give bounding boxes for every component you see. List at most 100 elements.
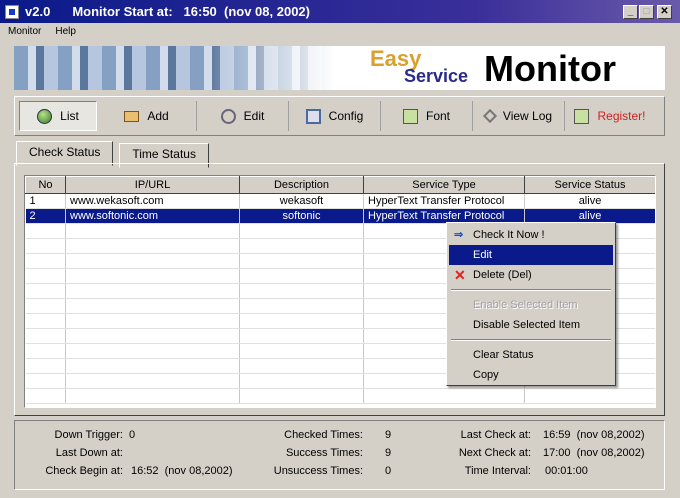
app-version: v2.0	[25, 4, 51, 19]
font-button[interactable]: Font	[381, 101, 473, 131]
checked-times-label: Checked Times:	[284, 429, 363, 441]
menu-item-enable: Enable Selected Item	[473, 299, 578, 311]
last-check-value: 16:59 (nov 08,2002)	[543, 429, 645, 441]
delete-x-icon: ✕	[454, 267, 466, 283]
down-trigger-label: Down Trigger:	[54, 429, 123, 441]
maximize-button[interactable]: □	[639, 5, 654, 19]
check-begin-label: Check Begin at:	[45, 465, 123, 477]
add-icon	[124, 110, 140, 122]
menu-monitor[interactable]: Monitor	[8, 26, 41, 37]
globe-icon	[37, 108, 53, 124]
banner: Easy Service Monitor	[14, 46, 665, 90]
toolbar: List Add Edit Config Font View Log Regis…	[14, 96, 665, 136]
cell-description	[239, 328, 364, 344]
next-check-value: 17:00 (nov 08,2002)	[543, 447, 645, 459]
view-log-button[interactable]: View Log	[473, 101, 565, 131]
last-check-label: Last Check at:	[460, 429, 531, 441]
cell-description	[239, 313, 364, 329]
config-icon	[305, 108, 321, 124]
cell-description	[239, 238, 364, 254]
cell-service-status	[524, 388, 655, 404]
menu-item-check-now[interactable]: ⇒ Check It Now !	[449, 225, 613, 245]
config-button[interactable]: Config	[289, 101, 381, 131]
cell-no	[25, 373, 66, 389]
font-icon	[402, 108, 418, 124]
register-button[interactable]: Register!	[565, 101, 655, 131]
menu-item-disable[interactable]: Disable Selected Item	[449, 315, 613, 335]
cell-no	[25, 283, 66, 299]
cell-description	[239, 283, 364, 299]
cell-description	[239, 373, 364, 389]
cell-description: softonic	[239, 208, 364, 224]
cell-no: 1	[25, 193, 66, 209]
cell-no	[25, 358, 66, 374]
menu-item-clear-status[interactable]: Clear Status	[449, 345, 613, 365]
menu-separator	[451, 289, 611, 291]
cell-ip-url	[65, 313, 240, 329]
column-header-service-status[interactable]: Service Status	[524, 176, 655, 194]
cell-ip-url	[65, 358, 240, 374]
cell-service-type	[363, 388, 525, 404]
column-header-description[interactable]: Description	[239, 176, 364, 194]
table-row[interactable]: 1 www.wekasoft.com wekasoft HyperText Trans…	[25, 193, 655, 209]
banner-service: Service	[404, 66, 469, 86]
success-times-label: Success Times:	[285, 447, 363, 459]
cell-ip-url	[65, 223, 240, 239]
edit-button[interactable]: Edit	[197, 101, 289, 131]
menu-help[interactable]: Help	[55, 26, 76, 37]
checked-times-value: 9	[385, 429, 392, 441]
cell-no	[25, 268, 66, 284]
time-interval-value: 00:01:00	[545, 465, 588, 477]
unsuccess-times-value: 0	[385, 465, 392, 477]
cell-no	[25, 298, 66, 314]
cell-no	[25, 253, 66, 269]
register-icon	[574, 108, 590, 124]
time-interval-label: Time Interval:	[464, 465, 531, 477]
cell-no	[25, 313, 66, 329]
next-check-label: Next Check at:	[458, 447, 531, 459]
cell-ip-url	[65, 253, 240, 269]
cell-description	[239, 343, 364, 359]
cell-description	[239, 223, 364, 239]
cell-ip-url	[65, 373, 240, 389]
column-header-service-type[interactable]: Service Type	[363, 176, 525, 194]
close-button[interactable]: ✕	[657, 5, 672, 19]
menu-item-edit[interactable]: Edit	[449, 245, 613, 265]
context-menu: ⇒ Check It Now ! Edit ✕ Delete (Del) Enabl…	[446, 222, 616, 386]
cell-description	[239, 268, 364, 284]
cell-service-type: HyperText Transfer Protocol	[363, 193, 525, 209]
list-button[interactable]: List	[19, 101, 97, 131]
check-begin-value: 16:52 (nov 08,2002)	[131, 465, 233, 477]
window-title: Monitor Start at: 16:50 (nov 08, 2002)	[72, 4, 310, 19]
cell-description	[239, 388, 364, 404]
cell-ip-url: www.wekasoft.com	[65, 193, 240, 209]
down-trigger-value: 0	[129, 429, 136, 441]
cell-ip-url	[65, 298, 240, 314]
cell-service-status: alive	[524, 193, 655, 209]
app-icon[interactable]	[5, 4, 19, 19]
menu-item-delete[interactable]: ✕ Delete (Del)	[449, 265, 613, 285]
column-header-ip-url[interactable]: IP/URL	[65, 176, 240, 194]
add-button[interactable]: Add	[97, 101, 197, 131]
column-header-no[interactable]: No	[25, 176, 66, 194]
empty-row	[25, 388, 655, 404]
status-panel: Down Trigger: 0 Last Down at: Check Begi…	[14, 420, 665, 490]
last-down-label: Last Down at:	[55, 447, 123, 459]
unsuccess-times-label: Unsuccess Times:	[273, 465, 363, 477]
edit-icon	[220, 108, 236, 124]
cell-ip-url	[65, 328, 240, 344]
cell-description: wekasoft	[239, 193, 364, 209]
cell-no	[25, 343, 66, 359]
cell-description	[239, 298, 364, 314]
success-times-value: 9	[385, 447, 392, 459]
log-icon	[482, 108, 497, 124]
cell-ip-url: www.softonic.com	[65, 208, 240, 224]
minimize-button[interactable]: _	[623, 5, 638, 19]
cell-no	[25, 388, 66, 404]
cell-ip-url	[65, 268, 240, 284]
banner-monitor: Monitor	[484, 48, 616, 89]
menu-bar: Monitor Help	[0, 26, 76, 37]
cell-no: 2	[25, 208, 66, 224]
cell-description	[239, 253, 364, 269]
menu-item-copy[interactable]: Copy	[449, 365, 613, 385]
